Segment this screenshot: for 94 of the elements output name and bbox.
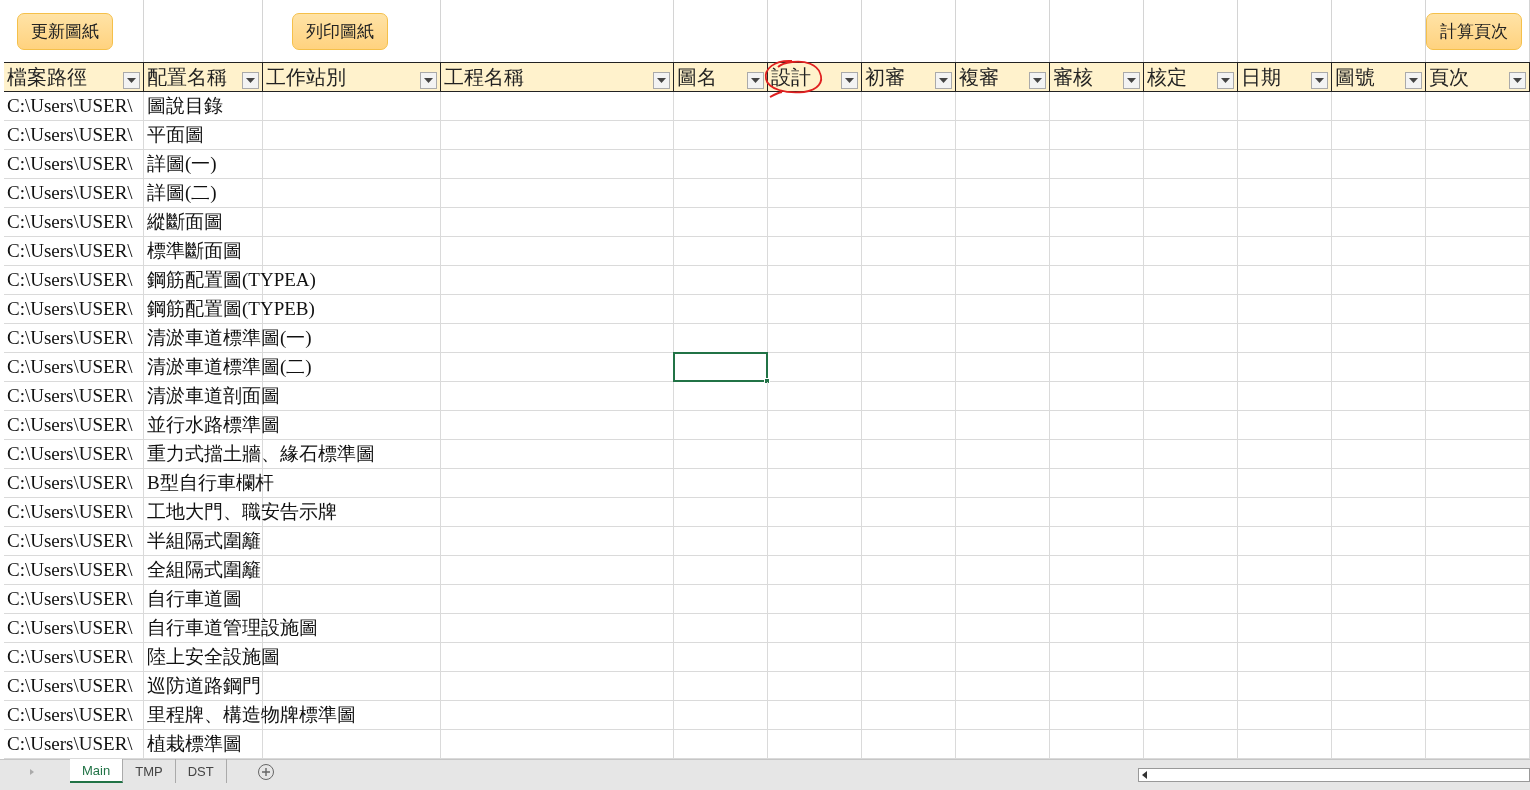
filter-dropdown-button[interactable] [242, 71, 259, 89]
drawing-name-cell-text: 半組隔式圍籬 [147, 529, 261, 553]
column-header: 圖號 [1335, 64, 1375, 90]
caret-icon [939, 77, 948, 83]
drawing-name-cell-text: 鋼筋配置圖(TYPEA) [147, 268, 316, 292]
file-path-cell: C:\Users\USER\ [7, 385, 133, 407]
selected-cell[interactable] [673, 352, 768, 382]
filter-dropdown-button[interactable] [1217, 71, 1234, 89]
file-path-cell: C:\Users\USER\ [7, 733, 133, 755]
caret-icon [1513, 77, 1522, 83]
drawing-name-cell-text: 里程牌、構造物牌標準圖 [147, 703, 356, 727]
sheet-tab[interactable]: TMP [123, 759, 176, 783]
file-path-cell: C:\Users\USER\ [7, 327, 133, 349]
file-path-cell: C:\Users\USER\ [7, 501, 133, 523]
file-path-cell: C:\Users\USER\ [7, 617, 133, 639]
drawing-name-cell-text: 標準斷面圖 [147, 239, 242, 263]
caret-icon [845, 77, 854, 83]
drawing-name-cell-text: 縱斷面圖 [147, 210, 223, 234]
drawing-name-cell-text: 自行車道圖 [147, 587, 242, 611]
caret-icon [1315, 77, 1324, 83]
file-path-cell: C:\Users\USER\ [7, 182, 133, 204]
drawing-name-cell-text: 並行水路標準圖 [147, 413, 280, 437]
file-path-cell: C:\Users\USER\ [7, 153, 133, 175]
file-path-cell: C:\Users\USER\ [7, 443, 133, 465]
caret-icon [127, 77, 136, 83]
caret-icon [657, 77, 666, 83]
filter-dropdown-button[interactable] [1123, 71, 1140, 89]
column-header: 工作站別 [266, 64, 346, 90]
filter-dropdown-button[interactable] [1029, 71, 1046, 89]
macro-button[interactable]: 更新圖紙 [17, 12, 113, 50]
drawing-name-cell-text: 詳圖(一) [147, 152, 217, 176]
column-header: 工程名稱 [444, 64, 524, 90]
file-path-cell: C:\Users\USER\ [7, 211, 133, 233]
drawing-name-cell-text: 重力式擋土牆、緣石標準圖 [147, 442, 375, 466]
column-header: 日期 [1241, 64, 1281, 90]
caret-icon [751, 77, 760, 83]
file-path-cell: C:\Users\USER\ [7, 472, 133, 494]
filter-dropdown-button[interactable] [747, 71, 764, 89]
drawing-name-cell-text: 清淤車道剖面圖 [147, 384, 280, 408]
drawing-name-cell-text: 清淤車道標準圖(二) [147, 355, 312, 379]
column-header: 配置名稱 [147, 64, 227, 90]
file-path-cell: C:\Users\USER\ [7, 269, 133, 291]
filter-dropdown-button[interactable] [123, 71, 140, 89]
sheet-tab[interactable]: DST [175, 759, 227, 783]
file-path-cell: C:\Users\USER\ [7, 298, 133, 320]
caret-icon [424, 77, 433, 83]
column-header: 檔案路徑 [7, 64, 87, 90]
caret-icon [1221, 77, 1230, 83]
drawing-name-cell-text: 陸上安全設施圖 [147, 645, 280, 669]
filter-dropdown-button[interactable] [841, 71, 858, 89]
file-path-cell: C:\Users\USER\ [7, 124, 133, 146]
drawing-name-cell-text: 清淤車道標準圖(一) [147, 326, 312, 350]
filter-dropdown-button[interactable] [1405, 71, 1422, 89]
sheet-tab[interactable]: Main [70, 759, 124, 783]
file-path-cell: C:\Users\USER\ [7, 704, 133, 726]
column-header: 核定 [1147, 64, 1187, 90]
file-path-cell: C:\Users\USER\ [7, 588, 133, 610]
horizontal-scrollbar[interactable] [1138, 768, 1530, 782]
file-path-cell: C:\Users\USER\ [7, 95, 133, 117]
column-header: 初審 [865, 64, 905, 90]
drawing-name-cell-text: 巡防道路鋼門 [147, 674, 261, 698]
column-header: 設計 [771, 64, 811, 90]
drawing-name-cell-text: 平面圖 [147, 123, 204, 147]
column-header: 審核 [1053, 64, 1093, 90]
filter-dropdown-button[interactable] [653, 71, 670, 89]
drawing-name-cell-text: B型自行車欄杆 [147, 471, 274, 495]
drawing-name-cell-text: 植栽標準圖 [147, 732, 242, 756]
macro-button[interactable]: 計算頁次 [1426, 12, 1522, 50]
caret-icon [1127, 77, 1136, 83]
file-path-cell: C:\Users\USER\ [7, 675, 133, 697]
drawing-name-cell-text: 工地大門、職安告示牌 [147, 500, 337, 524]
drawing-name-cell-text: 自行車道管理設施圖 [147, 616, 318, 640]
file-path-cell: C:\Users\USER\ [7, 646, 133, 668]
filter-dropdown-button[interactable] [935, 71, 952, 89]
caret-icon [1409, 77, 1418, 83]
file-path-cell: C:\Users\USER\ [7, 530, 133, 552]
file-path-cell: C:\Users\USER\ [7, 356, 133, 378]
drawing-name-cell-text: 詳圖(二) [147, 181, 217, 205]
column-header: 圖名 [677, 64, 717, 90]
drawing-name-cell-text: 全組隔式圍籬 [147, 558, 261, 582]
filter-dropdown-button[interactable] [1311, 71, 1328, 89]
caret-icon [1033, 77, 1042, 83]
add-sheet-icon[interactable] [256, 763, 275, 781]
file-path-cell: C:\Users\USER\ [7, 240, 133, 262]
filter-dropdown-button[interactable] [420, 71, 437, 89]
column-header: 複審 [959, 64, 999, 90]
macro-button[interactable]: 列印圖紙 [292, 12, 388, 50]
drawing-name-cell-text: 鋼筋配置圖(TYPEB) [147, 297, 315, 321]
file-path-cell: C:\Users\USER\ [7, 559, 133, 581]
drawing-name-cell-text: 圖說目錄 [147, 94, 223, 118]
file-path-cell: C:\Users\USER\ [7, 414, 133, 436]
column-header: 頁次 [1429, 64, 1469, 90]
filter-dropdown-button[interactable] [1509, 71, 1526, 89]
caret-icon [246, 77, 255, 83]
